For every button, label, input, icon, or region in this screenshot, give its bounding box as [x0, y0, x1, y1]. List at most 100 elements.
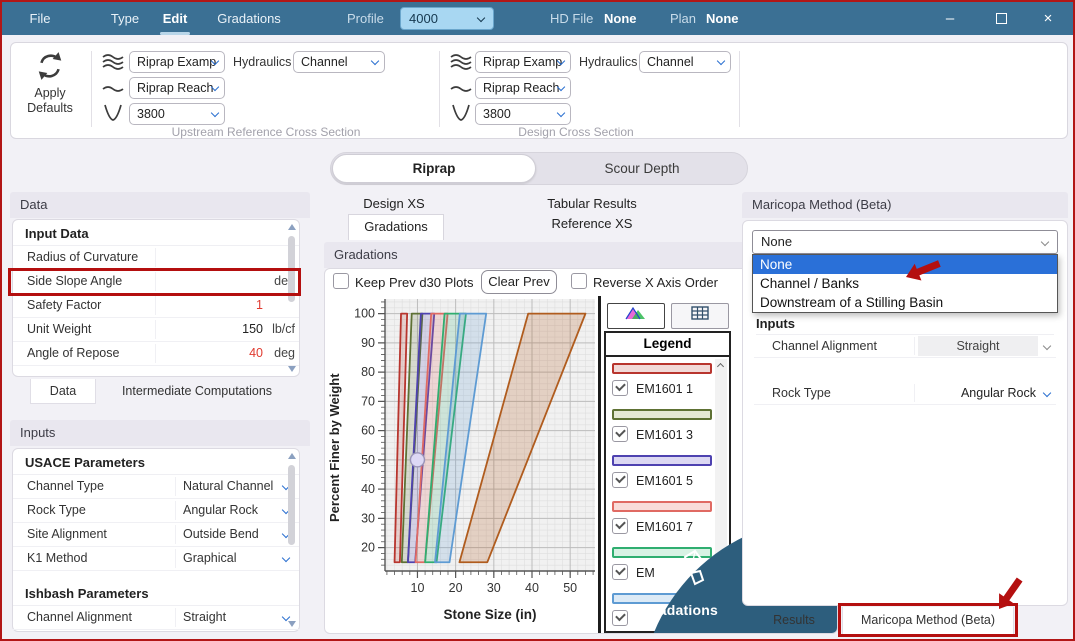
group-caption-upstream: Upstream Reference Cross Section: [96, 125, 436, 139]
value-field[interactable]: 40: [233, 346, 263, 360]
profile-select[interactable]: 4000: [400, 7, 494, 30]
maximize-icon[interactable]: [982, 2, 1022, 35]
inputs-panel-scrollbar[interactable]: [286, 451, 298, 629]
legend-label: EM1601 3: [636, 428, 693, 442]
rocks-icon: [655, 543, 705, 593]
tab-gradations[interactable]: Gradations: [348, 214, 444, 240]
annotation-rect-side-slope: [8, 268, 301, 296]
legend-table-view-button[interactable]: [671, 303, 729, 329]
svg-text:40: 40: [361, 482, 375, 496]
menu-type[interactable]: Type: [105, 2, 145, 35]
profile-value: 4000: [409, 11, 438, 26]
legend-checkbox[interactable]: [612, 472, 628, 488]
channel-alignment-label: Channel Alignment: [772, 339, 877, 353]
usace-rows-table: Channel Type Natural Channel Rock Type A…: [13, 475, 299, 571]
input-row: Channel Type Natural Channel: [13, 475, 299, 499]
active-menu-underline: [160, 32, 190, 35]
design-hydraulics-select[interactable]: Channel: [639, 51, 731, 73]
maricopa-inputs-label: Inputs: [756, 316, 1054, 335]
group-caption-design: Design Cross Section: [431, 125, 721, 139]
data-row: Angle of Repose 40 deg: [13, 342, 299, 366]
usace-parameters-label: USACE Parameters: [13, 449, 299, 475]
legend-checkbox[interactable]: [612, 518, 628, 534]
svg-text:20: 20: [361, 541, 375, 555]
reverse-x-axis-checkbox[interactable]: [571, 273, 587, 289]
scroll-up-icon[interactable]: [288, 453, 296, 459]
dropdown-option[interactable]: Downstream of a Stilling Basin: [753, 293, 1057, 312]
inputs-panel-card: USACE Parameters Channel Type Natural Ch…: [12, 448, 300, 632]
upstream-example-select[interactable]: Riprap Examp: [129, 51, 225, 73]
legend-checkbox[interactable]: [612, 380, 628, 396]
value-select[interactable]: Natural Channel: [183, 479, 273, 493]
legend-swatch: [612, 409, 712, 420]
menu-edit[interactable]: Edit: [155, 2, 195, 35]
design-example-select[interactable]: Riprap Examp: [475, 51, 571, 73]
hd-file-value[interactable]: None: [604, 2, 637, 35]
minimize-icon[interactable]: –: [930, 2, 970, 35]
channel-alignment-select[interactable]: Straight: [918, 336, 1038, 356]
scroll-up-icon[interactable]: [288, 224, 296, 230]
menu-file[interactable]: File: [22, 2, 58, 35]
triple-wave-icon: [449, 53, 473, 71]
upstream-station-select[interactable]: 3800: [129, 103, 225, 125]
apply-defaults-button[interactable]: Apply Defaults: [19, 49, 81, 133]
value-field[interactable]: 150: [233, 322, 263, 336]
value-select[interactable]: Outside Bend: [183, 527, 259, 541]
svg-text:100: 100: [354, 307, 375, 321]
upstream-hydraulics-select[interactable]: Channel: [293, 51, 385, 73]
inputs-panel-header: Inputs: [10, 420, 310, 446]
chevron-down-icon: [211, 109, 219, 117]
table-icon: [691, 306, 709, 320]
value-field[interactable]: 1: [233, 298, 263, 312]
data-row: Unit Weight 150 lb/cf: [13, 318, 299, 342]
annotation-arrow-maricopa-tab: [990, 560, 1050, 610]
rock-type-select[interactable]: Angular Rock: [918, 386, 1036, 400]
application-window: File Type Edit Gradations Profile 4000 H…: [0, 0, 1075, 641]
triple-wave-icon: [101, 53, 125, 71]
scroll-down-icon[interactable]: [288, 366, 296, 372]
value-select[interactable]: Graphical: [183, 551, 237, 565]
legend-swatch: [612, 455, 712, 466]
menu-gradations[interactable]: Gradations: [214, 2, 284, 35]
tab-design-xs[interactable]: Design XS: [354, 196, 434, 216]
legend-label: EM1601 5: [636, 474, 693, 488]
keep-prev-d30-checkbox[interactable]: [333, 273, 349, 289]
value-select[interactable]: Straight: [183, 610, 226, 624]
chevron-down-icon: [477, 14, 485, 22]
plan-value[interactable]: None: [706, 2, 739, 35]
legend-swatch: [612, 501, 712, 512]
legend-swatch: [612, 363, 712, 374]
close-icon[interactable]: ×: [1028, 2, 1068, 35]
scroll-up-icon[interactable]: [717, 363, 724, 370]
annotation-arrow-channel-banks: [903, 254, 969, 294]
tab-scour-depth[interactable]: Scour Depth: [537, 153, 747, 184]
tab-data[interactable]: Data: [30, 379, 96, 404]
maricopa-method-select[interactable]: None: [752, 230, 1058, 254]
design-station-select[interactable]: 3800: [475, 103, 571, 125]
scroll-thumb[interactable]: [288, 465, 295, 545]
svg-text:90: 90: [361, 336, 375, 350]
title-bar: File Type Edit Gradations Profile 4000 H…: [2, 2, 1073, 35]
data-panel-scrollbar[interactable]: [286, 222, 298, 374]
chart-y-axis-label: Percent Finer by Weight: [327, 333, 342, 563]
upstream-reach-select[interactable]: Riprap Reach: [129, 77, 225, 99]
tab-results[interactable]: Results: [764, 608, 824, 633]
legend-item: EM1601 3: [612, 409, 712, 444]
scroll-down-icon[interactable]: [288, 621, 296, 627]
chevron-down-icon: [1041, 238, 1049, 246]
legend-checkbox[interactable]: [612, 426, 628, 442]
legend-checkbox[interactable]: [612, 564, 628, 580]
tab-reference-xs[interactable]: Reference XS: [522, 216, 662, 236]
legend-label: EM1601 1: [636, 382, 693, 396]
chevron-down-icon: [1043, 342, 1051, 350]
value-select[interactable]: Angular Rock: [183, 503, 258, 517]
tab-tabular-results[interactable]: Tabular Results: [522, 196, 662, 216]
tab-riprap[interactable]: Riprap: [332, 154, 536, 183]
svg-text:20: 20: [449, 581, 463, 595]
tab-intermediate-computations[interactable]: Intermediate Computations: [102, 379, 292, 404]
design-reach-select[interactable]: Riprap Reach: [475, 77, 571, 99]
clear-prev-button[interactable]: Clear Prev: [481, 270, 557, 294]
legend-chart-view-button[interactable]: [607, 303, 665, 329]
hydraulics-label: Hydraulics: [233, 55, 291, 69]
data-panel-header: Data: [10, 192, 310, 218]
